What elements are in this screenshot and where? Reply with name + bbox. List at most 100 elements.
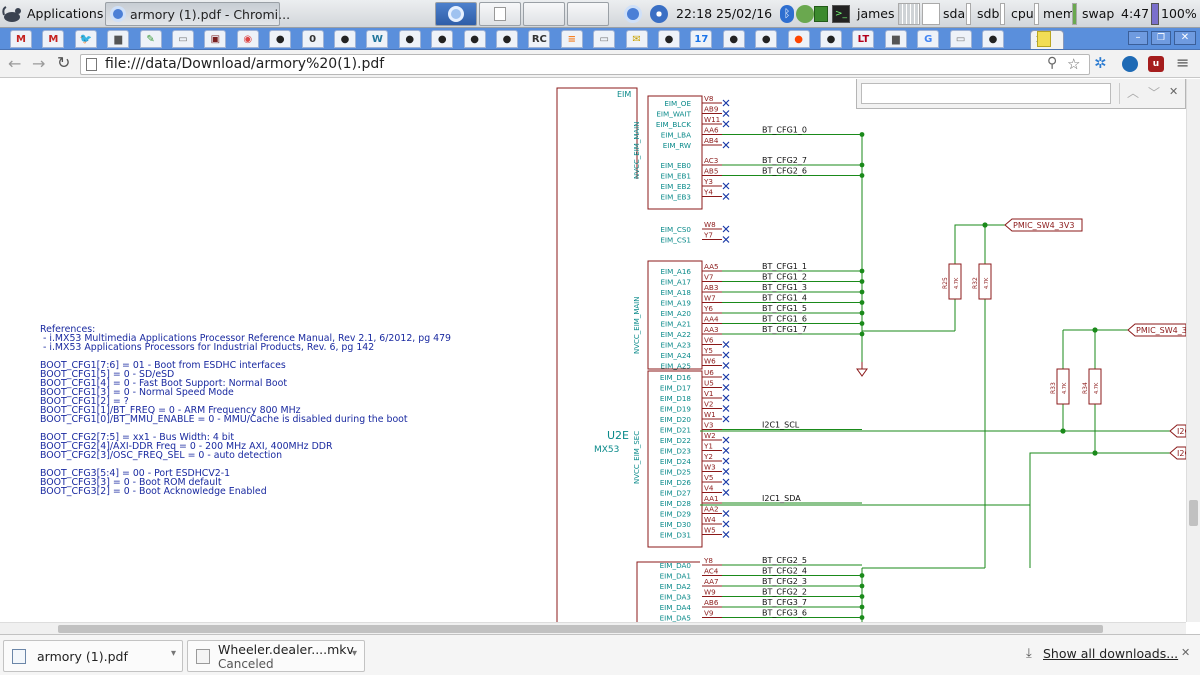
pin-ball: W5 bbox=[704, 526, 716, 535]
pinned-tab-mail[interactable]: ✉ bbox=[625, 30, 648, 48]
horizontal-scroll-thumb[interactable] bbox=[58, 625, 1103, 633]
find-prev-button[interactable]: ︿ bbox=[1127, 84, 1139, 101]
pinned-tab-zero[interactable]: 0 bbox=[301, 30, 324, 48]
github-icon: ● bbox=[275, 33, 285, 45]
clock[interactable]: 22:18 25/02/16 bbox=[676, 6, 772, 21]
zoom-icon[interactable]: ⚲ bbox=[1047, 55, 1057, 71]
pin-ball: W9 bbox=[704, 588, 716, 597]
pmic-label-2: PMIC_SW4_3 bbox=[1136, 326, 1186, 335]
reload-button[interactable]: ↻ bbox=[57, 53, 70, 72]
pinned-tab-github[interactable]: ● bbox=[722, 30, 745, 48]
net-label: I2C1_SDA bbox=[762, 494, 801, 503]
find-input[interactable] bbox=[861, 83, 1111, 104]
menu-icon[interactable]: ≡ bbox=[1176, 53, 1189, 72]
no-connect-mark bbox=[722, 520, 730, 528]
download-item[interactable]: Wheeler.dealer....mkv Canceled ▾ bbox=[187, 640, 365, 672]
user-name[interactable]: james bbox=[857, 6, 895, 21]
globe-icon[interactable] bbox=[650, 5, 668, 23]
workspace-1[interactable] bbox=[435, 2, 477, 26]
pinned-tab-github[interactable]: ● bbox=[982, 30, 1004, 48]
download-menu-icon[interactable]: ▾ bbox=[352, 648, 357, 659]
show-all-downloads-link[interactable]: Show all downloads... bbox=[1043, 646, 1178, 661]
pinned-tab-media[interactable]: ▣ bbox=[204, 30, 227, 48]
close-window-button[interactable]: ✕ bbox=[1174, 31, 1196, 45]
extension-icon[interactable]: ✲ bbox=[1094, 54, 1107, 72]
chromium-tray-icon[interactable] bbox=[624, 5, 642, 23]
pinned-tab-stack[interactable]: ≡ bbox=[560, 30, 583, 48]
pin-ball: V8 bbox=[704, 94, 714, 103]
find-next-button[interactable]: ﹀ bbox=[1148, 84, 1160, 101]
url-text[interactable]: file:///data/Download/armory%20(1).pdf bbox=[105, 56, 384, 72]
pinned-tab-github[interactable]: ● bbox=[463, 30, 486, 48]
pin-ball: W3 bbox=[704, 463, 716, 472]
pinned-tab-doc[interactable]: ▭ bbox=[172, 30, 194, 48]
junction bbox=[859, 132, 865, 137]
pinned-tab-gmail-8[interactable]: M bbox=[42, 30, 65, 48]
r34-ref: R34 bbox=[1082, 382, 1089, 394]
pinned-tab-github[interactable]: ● bbox=[820, 30, 842, 48]
pinned-tab-doc[interactable]: ▭ bbox=[593, 30, 616, 48]
workspace-3[interactable] bbox=[523, 2, 565, 26]
address-bar[interactable]: file:///data/Download/armory%20(1).pdf ⚲… bbox=[80, 54, 1090, 75]
pinned-tab-github[interactable]: ● bbox=[398, 30, 421, 48]
vertical-scroll-thumb[interactable] bbox=[1189, 500, 1198, 526]
minimize-button[interactable]: – bbox=[1128, 31, 1148, 45]
download-name: Wheeler.dealer....mkv bbox=[218, 642, 354, 657]
pinned-tab-github[interactable]: ● bbox=[496, 30, 518, 48]
pdf-viewer[interactable]: EIM_OE V8 EIM_WAIT AB9 EIM_BLCK W11 EIM_LBA AA6… bbox=[0, 79, 1200, 622]
pinned-tab-pencil[interactable]: ✎ bbox=[139, 30, 162, 48]
pinned-tab-doc[interactable]: ▭ bbox=[949, 30, 972, 48]
pinned-tab-rc[interactable]: RC bbox=[528, 30, 551, 48]
forward-button[interactable]: → bbox=[32, 54, 45, 73]
pinned-tab-github[interactable]: ● bbox=[431, 30, 454, 48]
terminal-icon[interactable]: >_ bbox=[832, 5, 850, 23]
pinned-tab-trash[interactable]: ▆ bbox=[884, 30, 907, 48]
pin-signal: EIM_A22 bbox=[660, 330, 691, 339]
pinned-tab-github[interactable]: ● bbox=[658, 30, 680, 48]
pin-ball: U6 bbox=[704, 368, 714, 377]
bookmark-star-icon[interactable]: ☆ bbox=[1067, 55, 1080, 73]
pinned-tab-lt[interactable]: LT bbox=[852, 30, 875, 48]
net-label: BT_CFG1_6 bbox=[762, 315, 807, 324]
r32-ref: R32 bbox=[972, 277, 979, 289]
battery-tray-icon[interactable] bbox=[814, 6, 828, 22]
pinned-tab-reddit[interactable]: ● bbox=[787, 30, 810, 48]
pin-signal: EIM_CS1 bbox=[660, 236, 691, 245]
xfce-mouse-icon[interactable] bbox=[2, 3, 24, 25]
pin-signal: EIM_DA5 bbox=[660, 614, 691, 623]
network-icon[interactable] bbox=[796, 5, 814, 23]
i2c-sda-route bbox=[1029, 452, 1170, 568]
pinned-tab-wordpress[interactable]: W bbox=[366, 30, 389, 48]
pinned-tab-github[interactable]: ● bbox=[755, 30, 778, 48]
pinned-tab-google[interactable]: G bbox=[917, 30, 940, 48]
no-connect-mark bbox=[722, 141, 730, 149]
pinned-tab-twitter[interactable]: 🐦 bbox=[74, 30, 97, 48]
pinned-tab-github[interactable]: ● bbox=[334, 30, 356, 48]
ublock-icon[interactable]: u bbox=[1148, 56, 1164, 72]
window-button-chromium[interactable]: armory (1).pdf - Chromi... bbox=[105, 2, 290, 26]
maximize-button[interactable]: ❐ bbox=[1151, 31, 1171, 45]
download-menu-icon[interactable]: ▾ bbox=[171, 648, 176, 659]
back-button[interactable]: ← bbox=[8, 54, 21, 73]
workspace-2[interactable] bbox=[479, 2, 521, 26]
r25-val: 4.7K bbox=[954, 277, 960, 289]
pin-signal: EIM_BLCK bbox=[656, 120, 691, 129]
horizontal-scrollbar[interactable] bbox=[0, 622, 1186, 634]
download-item[interactable]: armory (1).pdf ▾ bbox=[3, 640, 183, 672]
close-shelf-button[interactable]: ✕ bbox=[1181, 646, 1190, 659]
earth-extension-icon[interactable] bbox=[1122, 56, 1138, 72]
vertical-scrollbar[interactable] bbox=[1186, 79, 1200, 622]
pinned-tab-gmail[interactable]: M bbox=[10, 30, 32, 48]
bluetooth-icon[interactable]: ᛒ bbox=[780, 5, 794, 23]
new-tab-button[interactable] bbox=[1037, 31, 1051, 47]
pin-ball: V5 bbox=[704, 473, 714, 482]
pinned-tab-calendar[interactable]: 17 bbox=[690, 30, 713, 48]
pin-ball: W1 bbox=[704, 410, 716, 419]
applications-menu[interactable]: Applications bbox=[27, 6, 103, 21]
workspace-4[interactable] bbox=[567, 2, 609, 26]
pinned-tab-trash[interactable]: ▆ bbox=[107, 30, 130, 48]
pinned-tab-github[interactable]: ● bbox=[269, 30, 292, 48]
pinned-tab-chrome-red[interactable]: ◉ bbox=[236, 30, 259, 48]
find-close-button[interactable]: ✕ bbox=[1169, 85, 1178, 98]
pin-signal: EIM_A21 bbox=[660, 320, 691, 329]
